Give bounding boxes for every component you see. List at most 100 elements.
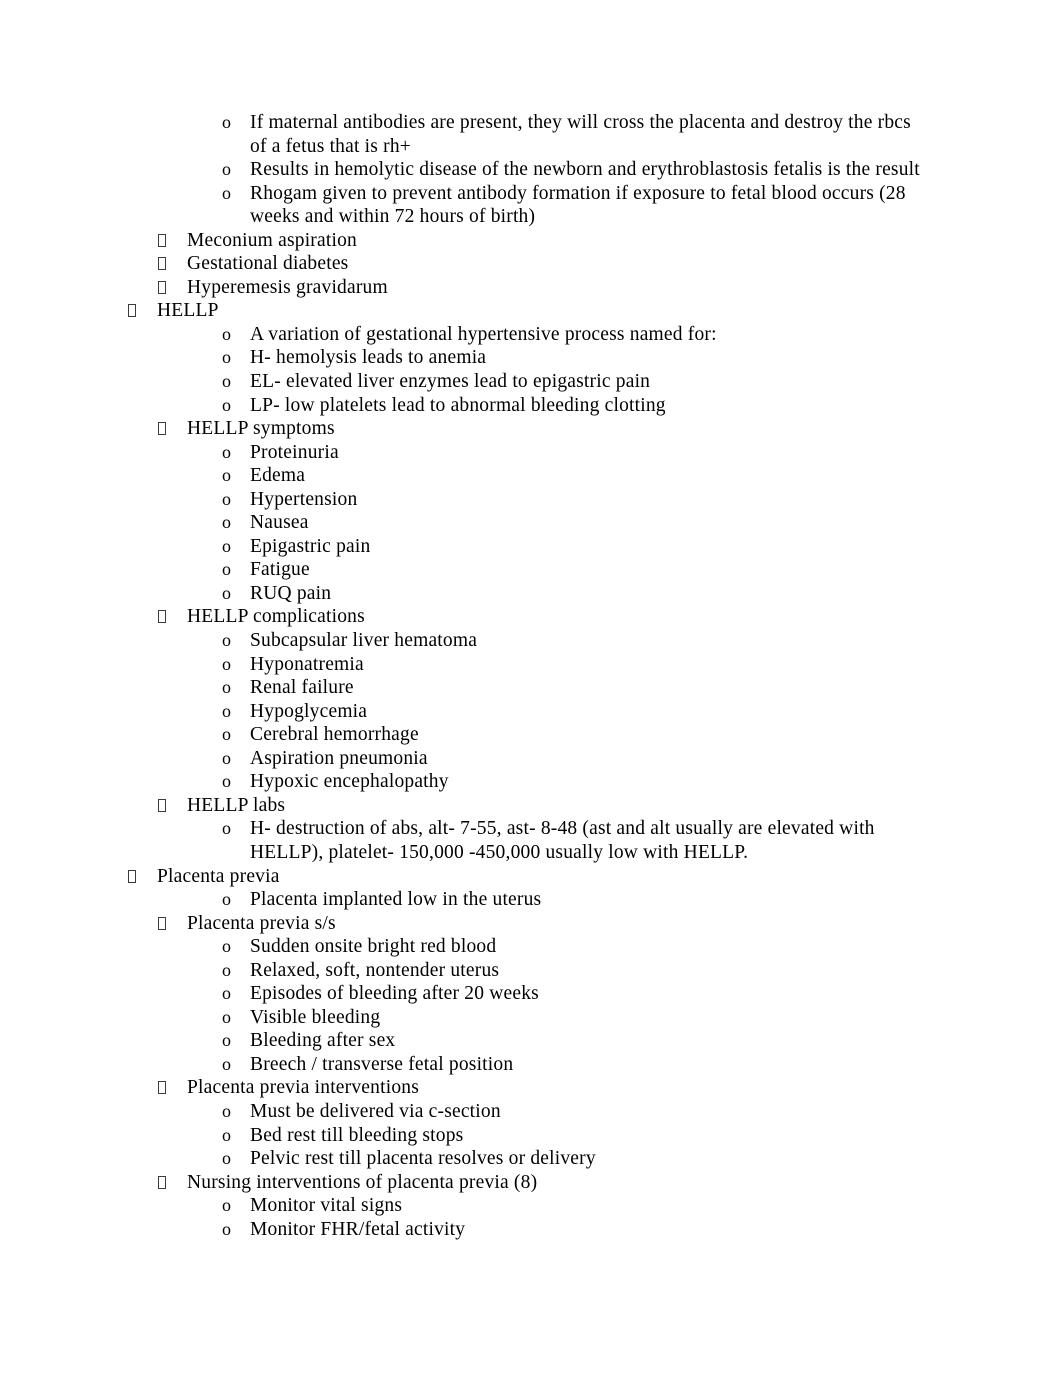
outline-item: o Hypertension [222, 488, 931, 512]
outline-item: Nursing interventions of placenta previa… [158, 1171, 931, 1195]
bullet-box-icon [158, 794, 166, 818]
outline-item-text: Results in hemolytic disease of the newb… [250, 159, 920, 181]
outline-item-text: Renal failure [250, 677, 354, 699]
outline-item-text: Subcapsular liver hematoma [250, 630, 478, 652]
bullet-o-icon: o [222, 112, 232, 132]
bullet-o-icon: o [222, 818, 232, 839]
bullet-o-icon: o [222, 1100, 232, 1121]
outline-item-text: Aspiration pneumonia [250, 747, 428, 769]
bullet-o-icon: o [222, 959, 232, 980]
missing-glyph-box-icon [158, 1081, 166, 1095]
missing-glyph-box-icon [128, 869, 136, 883]
outline-item: o Sudden onsite bright red blood [222, 935, 931, 959]
bullet-o-icon: o [222, 347, 232, 368]
outline-item: o Epigastric pain [222, 535, 931, 559]
bullet-o-icon: o [222, 653, 232, 674]
outline-item: o Hyponatremia [222, 653, 931, 677]
outline-item-text: Hypoxic encephalopathy [250, 771, 449, 793]
outline-item-text: HELLP [157, 300, 219, 322]
outline-item-text: Hyponatremia [250, 653, 364, 675]
outline-item: o Breech / transverse fetal position [222, 1053, 931, 1077]
outline-item: o Subcapsular liver hematoma [222, 629, 931, 653]
outline-item-text: RUQ pain [250, 582, 332, 604]
bullet-box-icon [128, 865, 136, 889]
outline-item: o H- destruction of abs, alt- 7-55, ast- … [222, 817, 931, 864]
missing-glyph-box-icon [128, 304, 136, 318]
outline-item-text: Epigastric pain [250, 535, 371, 557]
outline-item-text: Nursing interventions of placenta previa… [187, 1171, 538, 1193]
outline-item: o Bed rest till bleeding stops [222, 1124, 931, 1148]
outline-item-text: EL- elevated liver enzymes lead to epiga… [250, 371, 651, 393]
outline-item-text: Sudden onsite bright red blood [250, 936, 497, 958]
missing-glyph-box-icon [158, 233, 166, 247]
outline-item: o Visible bleeding [222, 1006, 931, 1030]
bullet-o-icon: o [222, 677, 232, 698]
bullet-o-icon: o [222, 159, 232, 180]
bullet-o-icon: o [222, 771, 232, 792]
bullet-o-icon: o [222, 441, 232, 462]
outline-item: Hyperemesis gravidarum [158, 276, 931, 300]
bullet-o-icon: o [222, 465, 232, 486]
outline-item: o Placenta implanted low in the uterus [222, 888, 931, 912]
bullet-o-icon: o [222, 394, 232, 415]
outline-item: HELLP symptoms [158, 417, 931, 441]
outline-item: o H- hemolysis leads to anemia [222, 346, 931, 370]
outline-item-text: Placenta previa [157, 865, 280, 887]
outline-item-text: Nausea [250, 512, 309, 534]
outline-item-text: Cerebral hemorrhage [250, 724, 419, 746]
bullet-o-icon: o [222, 1030, 232, 1051]
bullet-o-icon: o [222, 983, 232, 1004]
outline-item: o Hypoglycemia [222, 700, 931, 724]
missing-glyph-box-icon [158, 798, 166, 812]
bullet-box-icon [158, 1171, 166, 1195]
outline-item: HELLP labs [158, 794, 931, 818]
outline-item-text: If maternal antibodies are present, they… [250, 112, 911, 157]
bullet-o-icon: o [222, 371, 232, 392]
missing-glyph-box-icon [158, 1175, 166, 1189]
bullet-o-icon: o [222, 724, 232, 745]
outline-item-text: HELLP labs [187, 794, 286, 816]
outline-item: o EL- elevated liver enzymes lead to epig… [222, 370, 931, 394]
outline-item: o Must be delivered via c-section [222, 1100, 931, 1124]
outline-item-text: Gestational diabetes [187, 253, 349, 275]
outline-item: o Rhogam given to prevent antibody format… [222, 182, 931, 229]
outline-item: HELLP [128, 299, 931, 323]
outline-item-text: Must be delivered via c-section [250, 1100, 501, 1122]
outline-item-text: A variation of gestational hypertensive … [250, 323, 717, 345]
outline-item-text: Hypoglycemia [250, 700, 368, 722]
outline-item: o Aspiration pneumonia [222, 747, 931, 771]
outline-item-text: Pelvic rest till placenta resolves or de… [250, 1148, 596, 1170]
document-page: o If maternal antibodies are present, the… [0, 0, 1062, 1376]
outline-item: o Relaxed, soft, nontender uterus [222, 959, 931, 983]
bullet-o-icon: o [222, 488, 232, 509]
bullet-box-icon [158, 912, 166, 936]
outline-item: o Bleeding after sex [222, 1029, 931, 1053]
outline-item-text: Hypertension [250, 488, 358, 510]
outline-item-text: HELLP complications [187, 606, 365, 628]
outline-item: o Monitor FHR/fetal activity [222, 1218, 931, 1242]
outline-item: o Proteinuria [222, 441, 931, 465]
outline-item: Gestational diabetes [158, 252, 931, 276]
missing-glyph-box-icon [158, 280, 166, 294]
outline-item: o If maternal antibodies are present, the… [222, 111, 931, 158]
outline-item-text: H- hemolysis leads to anemia [250, 347, 487, 369]
bullet-o-icon: o [222, 1053, 232, 1074]
bullet-o-icon: o [222, 1218, 232, 1239]
outline-item-text: Monitor vital signs [250, 1195, 403, 1217]
missing-glyph-box-icon [158, 610, 166, 624]
outline-item-text: Placenta previa interventions [187, 1077, 419, 1099]
bullet-o-icon: o [222, 1006, 232, 1027]
bullet-o-icon: o [222, 1148, 232, 1169]
outline-item: Meconium aspiration [158, 229, 931, 253]
outline-item-text: Placenta implanted low in the uterus [250, 889, 542, 911]
outline-item: HELLP complications [158, 605, 931, 629]
outline-item-text: Meconium aspiration [187, 229, 357, 251]
missing-glyph-box-icon [158, 257, 166, 271]
bullet-box-icon [158, 1076, 166, 1100]
bullet-o-icon: o [222, 323, 232, 344]
bullet-o-icon: o [222, 1124, 232, 1145]
outline-item-text: Breech / transverse fetal position [250, 1053, 514, 1075]
bullet-box-icon [158, 276, 166, 300]
bullet-box-icon [158, 605, 166, 629]
bullet-o-icon: o [222, 512, 232, 533]
